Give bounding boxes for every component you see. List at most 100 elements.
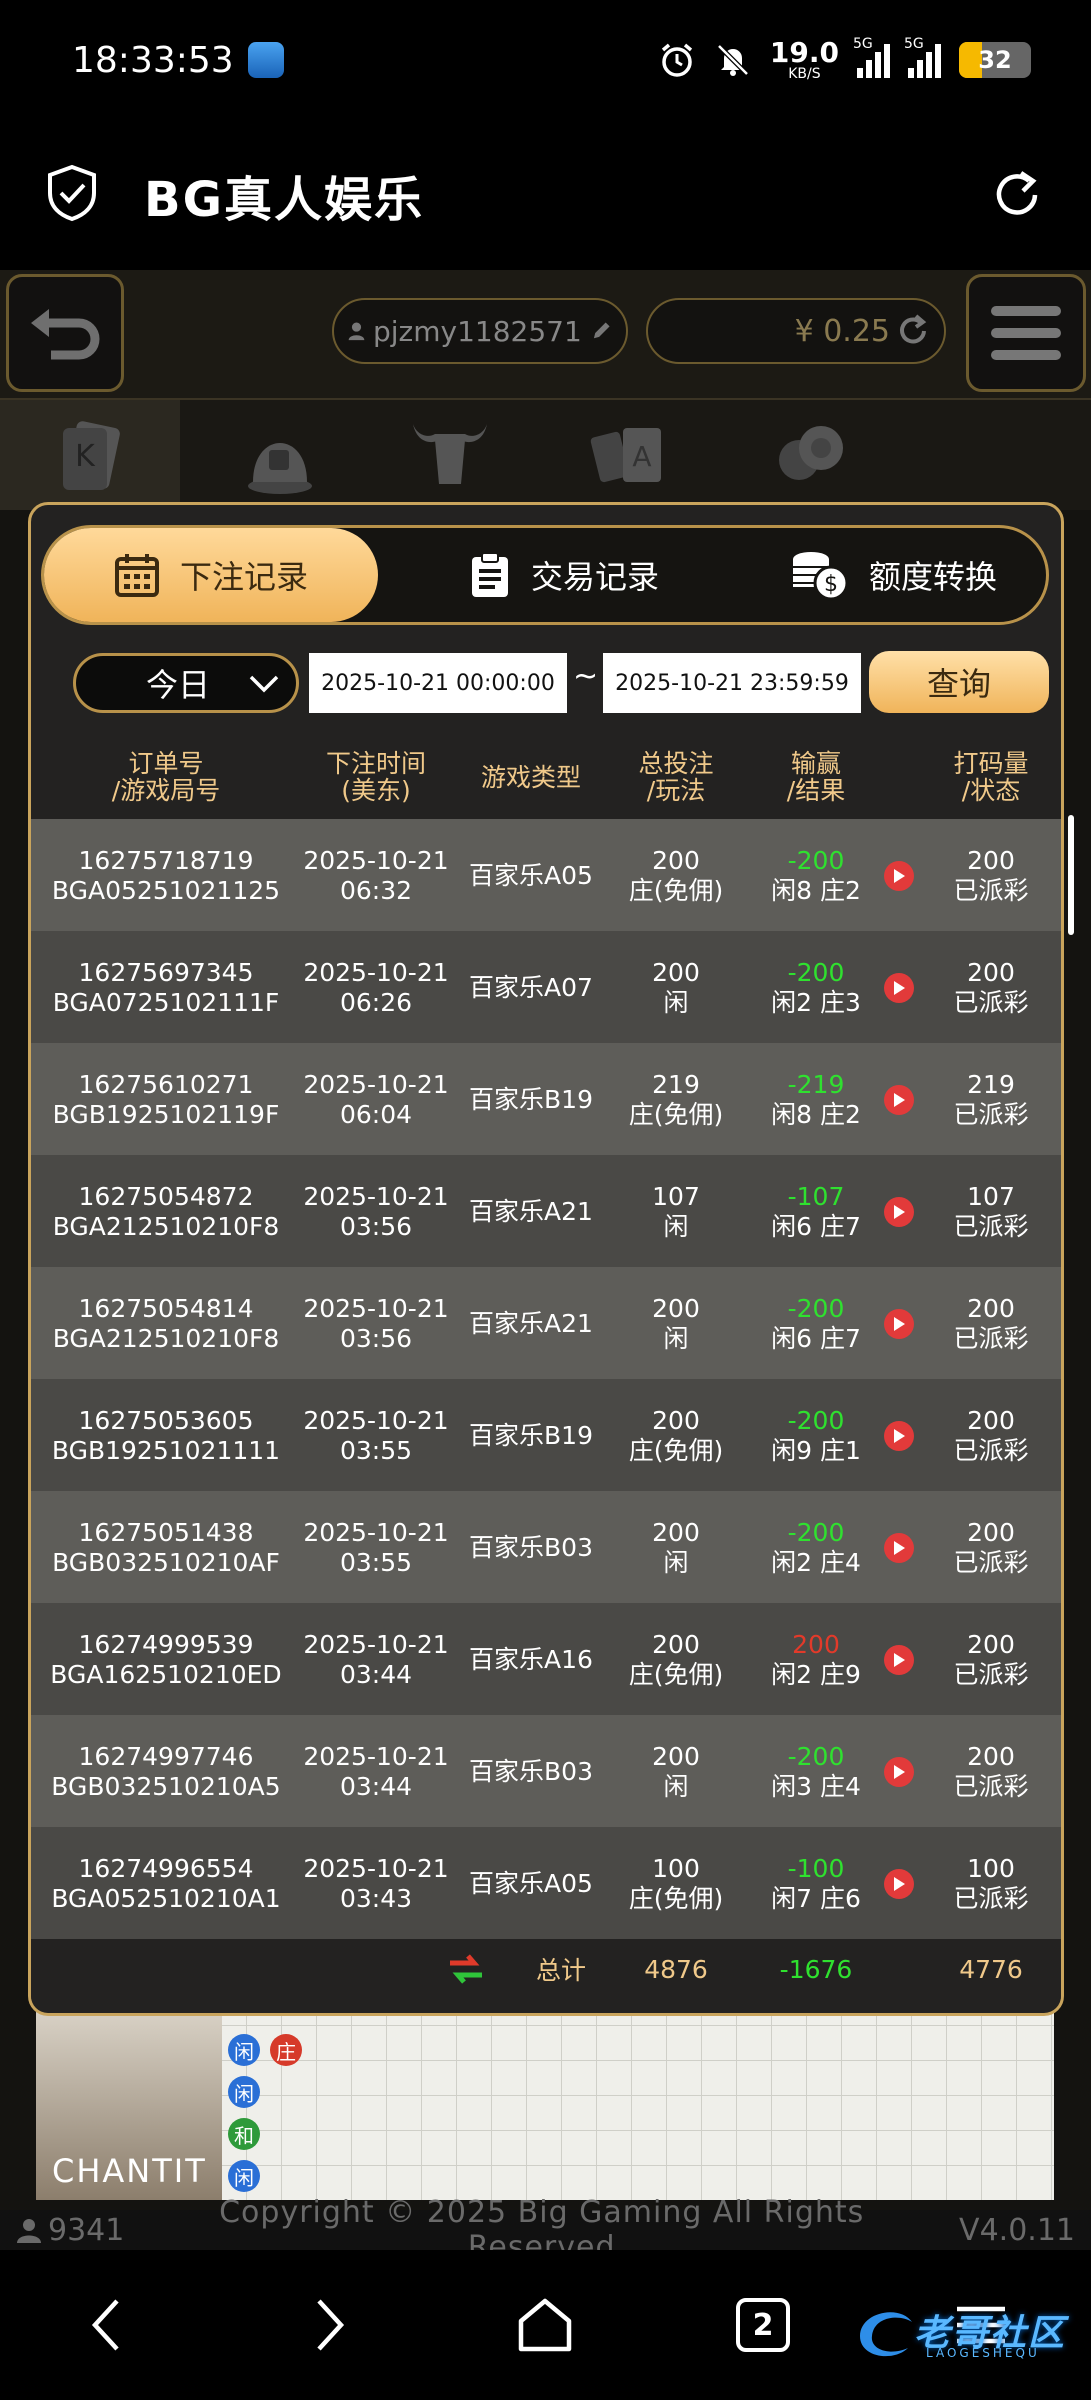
scrollbar[interactable]	[1068, 815, 1074, 935]
play-replay-icon[interactable]	[884, 1869, 914, 1899]
tab-dealer[interactable]	[190, 400, 370, 510]
play-replay-icon[interactable]	[884, 1085, 914, 1115]
bet-cell: 100 庄(免佣)	[628, 1854, 724, 1913]
win-cell: -200 闲2 庄3	[771, 958, 861, 1017]
end-date-input[interactable]	[603, 653, 861, 713]
svg-text:K: K	[75, 439, 96, 474]
shield-check-icon	[44, 163, 100, 227]
swap-icon	[431, 1939, 501, 1999]
win-cell: -200 闲2 庄4	[771, 1518, 861, 1577]
replay-cell[interactable]	[879, 1827, 919, 1941]
nav-forward-button[interactable]	[284, 2280, 374, 2370]
play-replay-icon[interactable]	[884, 1197, 914, 1227]
turnover-cell: 200 已派彩	[953, 1406, 1029, 1465]
bet-time-cell: 2025-10-21 06:32	[303, 846, 449, 905]
edit-pencil-icon	[593, 322, 610, 339]
order-cell: 16275054814 BGA212510210F8	[52, 1294, 280, 1353]
game-type-cell: 百家乐A05	[469, 1869, 593, 1898]
replay-cell[interactable]	[879, 1603, 919, 1717]
play-replay-icon[interactable]	[884, 1533, 914, 1563]
tabs-count: 2	[736, 2298, 790, 2352]
replay-cell[interactable]	[879, 1379, 919, 1493]
footer-copyright: 9341 Copyright © 2025 Big Gaming All Rig…	[0, 2195, 1091, 2265]
turnover-cell: 200 已派彩	[953, 1518, 1029, 1577]
tab-bull[interactable]	[360, 400, 540, 510]
order-cell: 16274999539 BGA162510210ED	[50, 1630, 282, 1689]
tab-poker[interactable]: A	[540, 400, 720, 510]
game-type-cell: 百家乐B19	[469, 1421, 593, 1450]
play-replay-icon[interactable]	[884, 1309, 914, 1339]
bet-time-cell: 2025-10-21 06:04	[303, 1070, 449, 1129]
bet-cell: 200 闲	[652, 1294, 700, 1353]
signal-icon: 5G	[853, 36, 890, 78]
tab-cards[interactable]: K	[0, 400, 180, 510]
table-row: 16275054872 BGA212510210F8 2025-10-21 03:56…	[31, 1155, 1061, 1269]
total-bet: 4876	[644, 1954, 708, 1984]
version: V4.0.11	[959, 2212, 1075, 2248]
period-select[interactable]: 今日	[73, 653, 299, 713]
bet-cell: 200 庄(免佣)	[628, 846, 724, 905]
total-win: -1676	[779, 1954, 853, 1984]
calendar-icon	[114, 554, 159, 597]
table-row: 16274997746 BGB032510210A5 2025-10-21 03:44…	[31, 1715, 1061, 1829]
turnover-cell: 219 已派彩	[953, 1070, 1029, 1129]
bet-cell: 107 闲	[652, 1182, 700, 1241]
nav-home-button[interactable]	[500, 2280, 590, 2370]
play-replay-icon[interactable]	[884, 861, 914, 891]
svg-text:A: A	[632, 440, 651, 473]
chevron-left-icon	[91, 2299, 119, 2351]
bet-time-cell: 2025-10-21 03:43	[303, 1854, 449, 1913]
home-icon	[518, 2298, 572, 2352]
col-game-type: 游戏类型	[480, 762, 581, 792]
chevron-right-icon	[317, 2299, 345, 2351]
watermark-logo: 老哥社区 LAOGESHEQU	[850, 2296, 1086, 2366]
bull-icon	[413, 424, 487, 484]
game-type-cell: 百家乐A21	[469, 1197, 593, 1226]
order-cell: 16275051438 BGB032510210AF	[52, 1518, 280, 1577]
road-bubble: 闲	[228, 2034, 260, 2066]
chevron-down-icon	[249, 675, 279, 693]
play-replay-icon[interactable]	[884, 1645, 914, 1675]
clock: 18:33:53	[72, 39, 234, 81]
order-cell: 16274996554 BGA052510210A1	[51, 1854, 281, 1913]
refresh-button[interactable]	[987, 165, 1047, 225]
bet-cell: 200 闲	[652, 958, 700, 1017]
table-row: 16275697345 BGA0725102111F 2025-10-21 06:26…	[31, 931, 1061, 1045]
play-replay-icon[interactable]	[884, 1757, 914, 1787]
nav-tabs-button[interactable]: 2	[718, 2280, 808, 2370]
app-title: BG真人娱乐	[144, 172, 424, 228]
nav-back-button[interactable]	[62, 2280, 152, 2370]
refresh-icon	[996, 171, 1038, 215]
back-button[interactable]	[6, 274, 124, 392]
replay-cell[interactable]	[879, 1155, 919, 1269]
play-replay-icon[interactable]	[884, 973, 914, 1003]
replay-cell[interactable]	[879, 1715, 919, 1829]
replay-cell[interactable]	[879, 1043, 919, 1157]
tab-bet-records[interactable]: 下注记录	[44, 528, 378, 622]
status-bar: 18:33:53 19.0 KB/S 5G 5G 32	[0, 0, 1091, 120]
query-button[interactable]: 查询	[869, 651, 1049, 713]
tab-transaction-records[interactable]: 交易记录	[424, 528, 704, 622]
game-type-cell: 百家乐B03	[469, 1757, 593, 1786]
table-header: 订单号/游戏局号 下注时间 (美东) 游戏类型 总投注/玩法 输赢/结果 打码量 /…	[31, 735, 1061, 819]
game-type-cell: 百家乐B03	[469, 1533, 593, 1562]
col-win-loss: 输赢/结果	[786, 749, 846, 805]
date-separator: ~	[573, 659, 599, 694]
game-type-cell: 百家乐A21	[469, 1309, 593, 1338]
menu-button[interactable]	[966, 274, 1086, 392]
turnover-cell: 200 已派彩	[953, 846, 1029, 905]
bet-cell: 200 庄(免佣)	[628, 1630, 724, 1689]
tab-chips[interactable]	[720, 400, 900, 510]
start-date-input[interactable]	[309, 653, 567, 713]
replay-cell[interactable]	[879, 931, 919, 1045]
replay-cell[interactable]	[879, 1491, 919, 1605]
app-title-bar: BG真人娱乐	[0, 120, 1091, 270]
bet-time-cell: 2025-10-21 03:55	[303, 1518, 449, 1577]
tab-credit-transfer[interactable]: $ 额度转换	[754, 528, 1034, 622]
road-bubble: 和	[228, 2118, 260, 2150]
undo-arrow-icon	[31, 309, 100, 360]
play-replay-icon[interactable]	[884, 1421, 914, 1451]
replay-cell[interactable]	[879, 1267, 919, 1381]
table-row: 16275054814 BGA212510210F8 2025-10-21 03:56…	[31, 1267, 1061, 1381]
replay-cell[interactable]	[879, 819, 919, 933]
